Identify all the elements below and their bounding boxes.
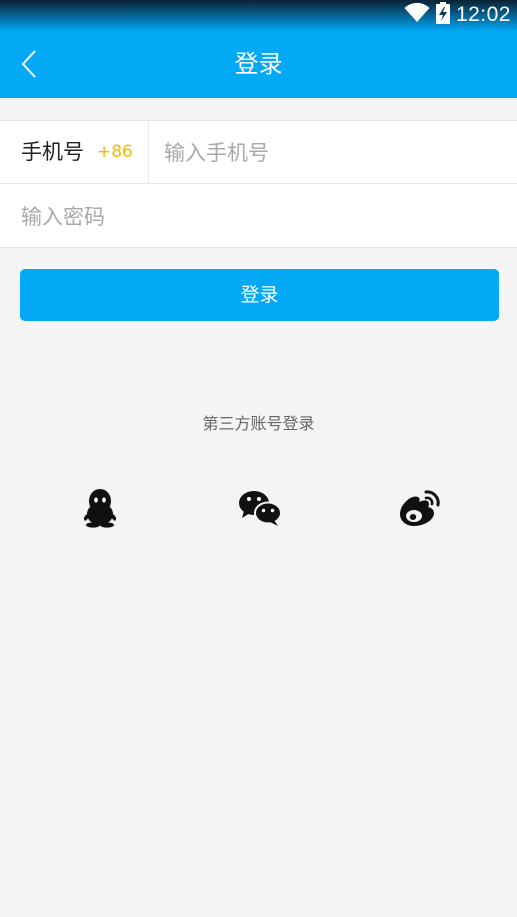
phone-input[interactable] xyxy=(164,133,504,173)
wechat-icon xyxy=(239,491,282,526)
password-input[interactable] xyxy=(21,197,501,237)
third-party-label: 第三方账号登录 xyxy=(202,414,315,433)
login-form: 手机号 +86 xyxy=(0,120,517,248)
wechat-login-button[interactable] xyxy=(237,485,283,531)
page-title: 登录 xyxy=(234,50,283,78)
wifi-icon xyxy=(404,2,430,27)
country-code[interactable]: +86 xyxy=(97,121,133,184)
phone-label: 手机号 xyxy=(21,140,84,164)
qq-icon xyxy=(83,489,117,528)
app-bar: 登录 xyxy=(0,30,517,98)
status-icons: 12:02 xyxy=(404,2,511,28)
status-bar: 12:02 xyxy=(0,0,517,30)
status-time: 12:02 xyxy=(455,3,511,26)
battery-icon xyxy=(435,2,450,28)
qq-login-button[interactable] xyxy=(77,485,123,531)
divider xyxy=(148,121,149,184)
login-button[interactable]: 登录 xyxy=(20,269,499,321)
weibo-icon xyxy=(400,490,440,526)
weibo-login-button[interactable] xyxy=(396,485,442,531)
